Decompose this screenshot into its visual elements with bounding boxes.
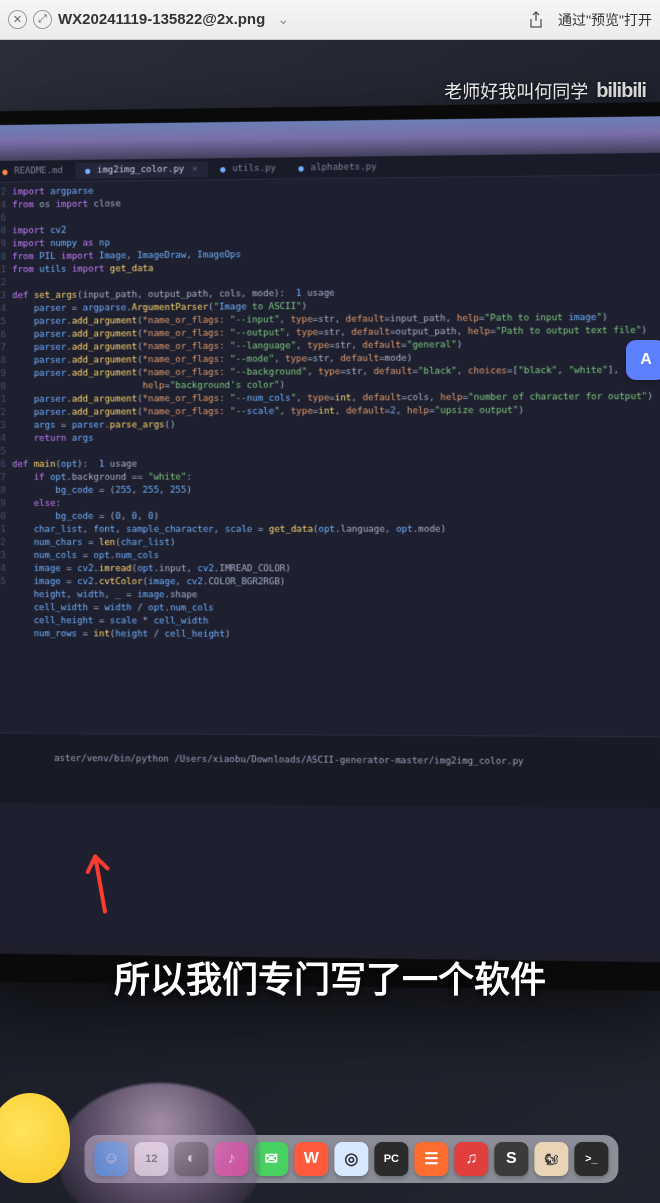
terminal-panel: aster/venv/bin/python /Users/xiaobu/Down… (0, 732, 660, 808)
monitor-screen: ●README.md●img2img_color.py ×●utils.py●a… (0, 116, 660, 962)
dock-netease-icon[interactable]: ♫ (454, 1142, 488, 1176)
code-editor: 1 2 3 4 5 6 7 8 9 10 11 12 13 14 15 16 1… (0, 175, 660, 643)
dock-squirrel-icon[interactable]: 🐿 (534, 1142, 568, 1176)
bilibili-logo-icon: bilibili (596, 80, 646, 103)
creator-name: 老师好我叫何同学 (444, 78, 588, 104)
md-file-icon: ● (2, 167, 10, 175)
window-title: WX20241119-135822@2x.png (58, 11, 265, 28)
dock-safari-icon[interactable]: ◎ (334, 1142, 368, 1176)
tab-img2img_color-py[interactable]: ●img2img_color.py × (75, 161, 208, 179)
py-file-icon: ● (220, 165, 228, 173)
py-file-icon: ● (298, 164, 306, 172)
ide-window: ●README.md●img2img_color.py ×●utils.py●a… (0, 153, 660, 952)
chevron-down-icon[interactable]: ⌄ (271, 11, 295, 28)
dock-pycharm-icon[interactable]: PC (374, 1142, 408, 1176)
photo-viewport: 老师好我叫何同学 bilibili ●README.md●img2img_col… (0, 40, 660, 1203)
preview-toolbar: ✕ ⤢ WX20241119-135822@2x.png ⌄ 通过"预览"打开 (0, 0, 660, 40)
dock-wps-icon[interactable]: W (294, 1142, 328, 1176)
video-watermark: 老师好我叫何同学 bilibili (444, 78, 646, 104)
open-with-button[interactable]: 通过"预览"打开 (558, 10, 652, 30)
zoom-icon[interactable]: ⤢ (33, 10, 52, 29)
dock-terminal-icon[interactable]: >_ (574, 1142, 608, 1176)
tab-alphabets-py[interactable]: ●alphabets.py (288, 159, 387, 176)
code-lines: import argparse from os import close imp… (12, 179, 660, 643)
close-icon[interactable]: ✕ (8, 10, 27, 29)
tab-utils-py[interactable]: ●utils.py (210, 160, 286, 177)
dock-gc-icon[interactable]: ☰ (414, 1142, 448, 1176)
side-app-a-icon[interactable]: A (626, 340, 660, 380)
crystal-decoration (60, 1083, 260, 1203)
rubber-duck (0, 1093, 70, 1183)
subtitle-caption: 所以我们专门写了一个软件 (0, 951, 660, 1003)
terminal-output: aster/venv/bin/python /Users/xiaobu/Down… (54, 754, 524, 767)
line-gutter: 1 2 3 4 5 6 7 8 9 10 11 12 13 14 15 16 1… (0, 187, 12, 642)
tab-README-md[interactable]: ●README.md (0, 162, 73, 179)
close-tab-icon[interactable]: × (192, 164, 197, 174)
right-side-icons: A (626, 340, 660, 380)
dock-sublime-icon[interactable]: S (494, 1142, 528, 1176)
share-icon[interactable] (526, 10, 546, 30)
py-file-icon: ● (85, 166, 93, 174)
